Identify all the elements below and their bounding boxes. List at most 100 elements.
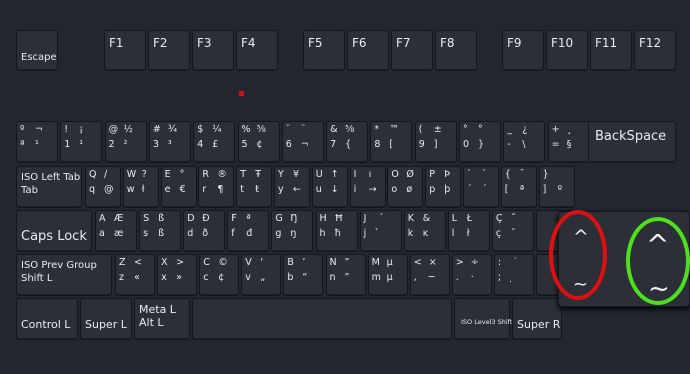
key-number-0[interactable]: º ¬ ª ¹ xyxy=(16,121,58,163)
key-f10[interactable]: F10 xyxy=(546,30,588,71)
key-tab[interactable]: ISO Left Tab Tab xyxy=(16,166,82,208)
key-q-row-1[interactable]: W? w ł xyxy=(122,166,159,208)
key-z-row-8[interactable]: > ÷. · xyxy=(451,254,492,296)
key-symbol: k xyxy=(407,228,414,239)
key-q-row-3[interactable]: R ® r ¶ xyxy=(198,166,235,208)
key-number-5[interactable]: % ⅜ 5 ¢ xyxy=(237,121,280,163)
key-q-row-9[interactable]: PÞpþ xyxy=(425,166,462,208)
key-caps-lock[interactable]: Caps Lock xyxy=(16,210,92,252)
key-q-row-7[interactable]: Iı i → xyxy=(349,166,386,208)
key-iso-level3-shift[interactable]: ISO Level3 Shift xyxy=(454,298,512,340)
key-a-row-4[interactable]: GŊgŋ xyxy=(271,210,314,252)
key-symbol: } xyxy=(478,139,485,150)
key-symbol: W xyxy=(126,169,137,180)
key-space[interactable] xyxy=(192,298,452,340)
key-q-row-0[interactable]: Q / q @ xyxy=(85,166,121,208)
key-z-row-6[interactable]: Mµmµ xyxy=(367,254,408,296)
key-a-row-3[interactable]: Fªfđ xyxy=(227,210,270,252)
key-symbol: ↓ xyxy=(330,184,339,195)
key-a-row-9[interactable]: Ç ˝ ç ˘ xyxy=(491,210,534,252)
key-symbol: r xyxy=(202,184,207,195)
key-symbol: y xyxy=(278,184,284,195)
key-a-row-2[interactable]: DÐdð xyxy=(183,210,226,252)
key-number-11[interactable]: _ ¿ - \ xyxy=(503,121,546,163)
key-f2[interactable]: F2 xyxy=(148,30,190,71)
key-symbol: e xyxy=(164,184,171,195)
key-z-row-0[interactable]: Z < z « xyxy=(115,254,155,296)
key-number-8[interactable]: * ™ 8 [ xyxy=(370,121,413,163)
key-f9[interactable]: F9 xyxy=(502,30,544,71)
key-a-row-5[interactable]: HĦhħ xyxy=(315,210,358,252)
key-symbol: ! xyxy=(64,124,69,135)
key-a-row-0[interactable]: AÆaæ xyxy=(95,210,137,252)
key-symbol: · xyxy=(470,272,474,283)
key-number-12[interactable]: + ¸ = § xyxy=(547,121,590,163)
key-symbol: £ xyxy=(212,139,219,150)
key-symbol: ŧ xyxy=(255,184,259,195)
key-symbol: O xyxy=(391,169,399,180)
key-symbol: ® xyxy=(217,169,227,180)
key-number-10[interactable]: ° ° 0} xyxy=(459,121,501,163)
key-backspace[interactable]: BackSpace xyxy=(588,121,676,163)
key-symbol: [ xyxy=(504,184,509,195)
key-symbol: 2 xyxy=(108,139,115,150)
key-symbol: ` xyxy=(482,169,487,180)
key-q-row-2[interactable]: E ° e € xyxy=(160,166,197,208)
key-f7[interactable]: F7 xyxy=(391,30,433,71)
key-z-row-9[interactable]: :˙;̣ xyxy=(493,254,534,296)
key-symbol: Þ xyxy=(444,169,450,180)
key-f1[interactable]: F1 xyxy=(104,30,146,71)
key-q-row-8[interactable]: OØoø xyxy=(387,166,424,208)
key-number-3[interactable]: # ¾ 3 ³ xyxy=(148,121,191,163)
key-shift-left[interactable]: ISO Prev Group Shift L xyxy=(16,254,112,296)
key-z-row-1[interactable]: X > x » xyxy=(157,254,198,296)
key-escape[interactable]: Escape xyxy=(16,30,58,71)
key-number-4[interactable]: $ ¼ 4 £ xyxy=(193,121,236,163)
key-q-row-5[interactable]: Y ¥ y ← xyxy=(274,166,310,208)
key-symbol: N xyxy=(329,257,337,268)
key-f11[interactable]: F11 xyxy=(590,30,632,71)
key-symbol: → xyxy=(368,184,377,195)
key-number-2[interactable]: @ ½ 2 ² xyxy=(104,121,147,163)
key-z-row-3[interactable]: V ‘ v „ xyxy=(241,254,282,296)
key-f4[interactable]: F4 xyxy=(236,30,278,71)
key-symbol: ł xyxy=(141,184,145,195)
key-number-9[interactable]: (±9] xyxy=(414,121,457,163)
key-number-1[interactable]: ! ¡ 1 ¹ xyxy=(60,121,103,163)
key-q-row-11[interactable]: {¯ [ª xyxy=(500,166,537,208)
key-symbol: ² xyxy=(123,139,128,150)
key-f5[interactable]: F5 xyxy=(303,30,345,71)
key-f8[interactable]: F8 xyxy=(435,30,477,71)
key-symbol: d xyxy=(187,228,194,239)
key-a-row-6[interactable]: J´j̉ xyxy=(359,210,402,252)
key-symbol: H xyxy=(319,213,327,224)
key-f12[interactable]: F12 xyxy=(634,30,676,71)
key-label: F1 xyxy=(109,36,124,50)
key-super-left[interactable]: Super L xyxy=(80,298,132,340)
key-super-right[interactable]: Super R xyxy=(512,298,562,340)
key-symbol: $ xyxy=(197,124,204,135)
key-symbol: × xyxy=(428,257,437,268)
key-z-row-7[interactable]: < ×, ─ xyxy=(409,254,450,296)
key-symbol: ˘ xyxy=(510,228,516,239)
key-a-row-8[interactable]: LŁlł xyxy=(447,210,490,252)
key-alt-left[interactable]: Meta L Alt L xyxy=(134,298,190,340)
key-f3[interactable]: F3 xyxy=(192,30,234,71)
key-q-row-10[interactable]: ` ` ´ ´ xyxy=(463,166,499,208)
key-f6[interactable]: F6 xyxy=(347,30,389,71)
key-z-row-5[interactable]: N ” n ” xyxy=(325,254,366,296)
key-q-row-12[interactable]: }] º xyxy=(538,166,575,208)
key-control-left[interactable]: Control L xyxy=(16,298,78,340)
key-a-row-1[interactable]: Sßsß xyxy=(139,210,182,252)
key-symbol: K xyxy=(407,213,414,224)
key-q-row-6[interactable]: U ↑ u ↓ xyxy=(311,166,348,208)
key-number-7[interactable]: & ⅝ 7 { xyxy=(326,121,369,163)
key-symbol: ─ xyxy=(428,272,435,283)
key-symbol: g xyxy=(275,228,282,239)
key-z-row-4[interactable]: B ’ b “ xyxy=(283,254,324,296)
key-symbol: ¬ xyxy=(300,139,309,150)
key-z-row-2[interactable]: C © c ¢ xyxy=(199,254,240,296)
key-q-row-4[interactable]: TŦtŧ xyxy=(236,166,273,208)
key-number-6[interactable]: ¨ ¨ 6 ¬ xyxy=(281,121,324,163)
key-a-row-7[interactable]: K & k ĸ xyxy=(403,210,446,252)
